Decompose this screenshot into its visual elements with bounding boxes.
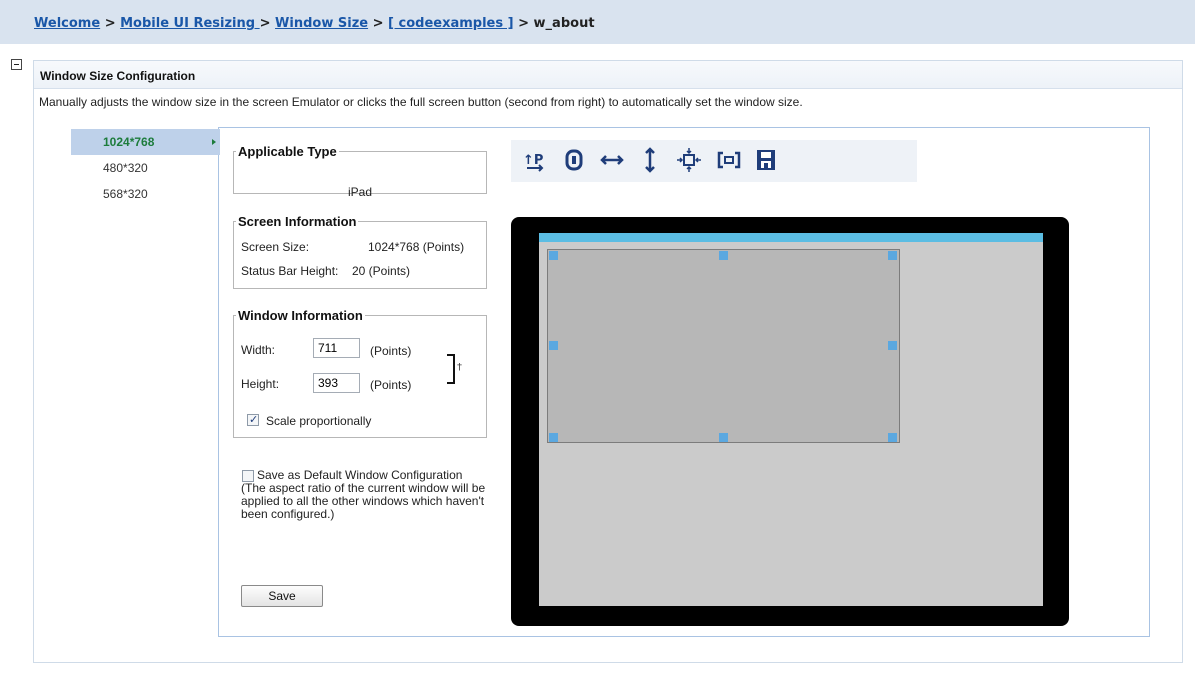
size-item-480x320[interactable]: 480*320 <box>71 155 220 181</box>
height-unit: (Points) <box>370 378 412 392</box>
resize-handle-bottom[interactable] <box>719 433 728 442</box>
portrait-rotate-icon[interactable]: ↑P <box>519 145 549 175</box>
width-unit: (Points) <box>370 344 412 358</box>
breadcrumb-separator: > <box>372 16 384 31</box>
breadcrumb-link-welcome[interactable]: Welcome <box>34 16 100 31</box>
panel-description: Manually adjusts the window size in the … <box>39 95 803 109</box>
aspect-link-bracket <box>447 354 455 384</box>
width-input[interactable] <box>313 338 360 358</box>
emulator-status-bar <box>539 233 1043 242</box>
resize-handle-top[interactable] <box>719 251 728 260</box>
resize-handle-right[interactable] <box>888 341 897 350</box>
screen-information-legend: Screen Information <box>238 214 357 229</box>
size-item-568x320[interactable]: 568*320 <box>71 181 220 207</box>
resize-handle-top-left[interactable] <box>549 251 558 260</box>
scale-proportionally-checkbox[interactable] <box>247 413 259 426</box>
breadcrumb: Welcome > Mobile UI Resizing > Window Si… <box>34 16 595 31</box>
breadcrumb-bar: Welcome > Mobile UI Resizing > Window Si… <box>0 0 1195 44</box>
height-input[interactable] <box>313 373 360 393</box>
breadcrumb-separator: > <box>518 16 530 31</box>
collapse-toggle-icon[interactable] <box>11 59 22 70</box>
status-bar-height-value: 20 (Points) <box>352 264 411 278</box>
lock-aspect-icon[interactable] <box>559 145 589 175</box>
save-as-default-label: Save as Default Window Configuration (Th… <box>241 468 486 521</box>
size-list: 1024*768 480*320 568*320 <box>71 129 220 207</box>
breadcrumb-link-codeexamples[interactable]: [ codeexamples ] <box>388 16 514 31</box>
applicable-type-group: Applicable Type iPad <box>233 144 487 199</box>
screen-size-label: Screen Size: <box>241 240 310 254</box>
fit-width-icon[interactable] <box>597 145 627 175</box>
breadcrumb-separator: > <box>259 16 271 31</box>
breadcrumb-current: w_about <box>533 16 595 31</box>
resize-handle-top-right[interactable] <box>888 251 897 260</box>
panel-title: Window Size Configuration <box>34 61 1182 89</box>
applicable-type-value: iPad <box>347 185 373 199</box>
center-icon[interactable] <box>674 145 704 175</box>
resize-handle-bottom-left[interactable] <box>549 433 558 442</box>
save-disk-icon[interactable] <box>751 145 781 175</box>
resizable-window[interactable] <box>547 249 900 443</box>
breadcrumb-separator: > <box>104 16 116 31</box>
screen-size-value: 1024*768 (Points) <box>368 240 465 254</box>
applicable-type-legend: Applicable Type <box>238 144 337 159</box>
scale-proportionally-label: Scale proportionally <box>266 414 372 428</box>
width-label: Width: <box>241 343 276 357</box>
resize-handle-bottom-right[interactable] <box>888 433 897 442</box>
window-information-legend: Window Information <box>238 308 363 323</box>
resize-handle-left[interactable] <box>549 341 558 350</box>
height-label: Height: <box>241 377 280 391</box>
size-item-1024x768[interactable]: 1024*768 <box>71 129 220 155</box>
chain-link-icon[interactable]: † <box>457 362 462 373</box>
breadcrumb-link-mobile-ui-resizing[interactable]: Mobile UI Resizing <box>120 16 259 31</box>
fit-height-icon[interactable] <box>635 145 665 175</box>
save-button[interactable]: Save <box>241 585 323 607</box>
full-screen-icon[interactable] <box>714 145 744 175</box>
emulator-toolbar: ↑P <box>511 140 917 182</box>
status-bar-height-label: Status Bar Height: <box>241 264 339 278</box>
breadcrumb-link-window-size[interactable]: Window Size <box>275 16 368 31</box>
